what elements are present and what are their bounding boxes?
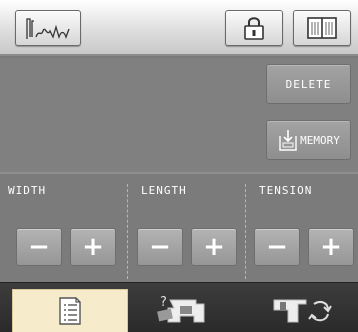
- memory-label: MEMORY: [300, 133, 340, 147]
- bottom-tab-bar: ?: [0, 282, 358, 332]
- tension-group: TENSION − +: [245, 174, 358, 284]
- help-machine-icon: ?: [157, 295, 205, 323]
- plus-icon: +: [82, 232, 104, 262]
- tension-label: TENSION: [259, 184, 313, 197]
- open-book-icon: [307, 17, 337, 39]
- stitch-pattern-icon: [26, 18, 70, 40]
- tension-minus-button[interactable]: −: [254, 228, 300, 266]
- tab-settings[interactable]: [250, 287, 350, 332]
- delete-button[interactable]: DELETE: [266, 64, 351, 104]
- adjustment-panel: WIDTH − + LENGTH − + TENSION − +: [0, 172, 358, 282]
- tab-help[interactable]: ?: [137, 287, 233, 332]
- plus-icon: +: [320, 232, 342, 262]
- minus-icon: −: [28, 232, 50, 262]
- memory-pocket-icon: [279, 130, 297, 151]
- width-group: WIDTH − +: [0, 174, 127, 284]
- lock-button[interactable]: [225, 10, 283, 46]
- minus-icon: −: [149, 232, 171, 262]
- length-group: LENGTH − +: [127, 174, 245, 284]
- machine-settings-icon: [273, 299, 332, 323]
- stitch-list-icon: [59, 297, 81, 325]
- stitch-edit-area: DELETE MEMORY: [0, 58, 358, 172]
- length-plus-button[interactable]: +: [191, 228, 237, 266]
- manual-button[interactable]: [293, 10, 351, 46]
- delete-label: DELETE: [285, 77, 332, 91]
- length-minus-button[interactable]: −: [137, 228, 183, 266]
- svg-text:?: ?: [160, 295, 167, 310]
- width-plus-button[interactable]: +: [70, 228, 116, 266]
- minus-icon: −: [266, 232, 288, 262]
- width-minus-button[interactable]: −: [16, 228, 62, 266]
- tab-stitch-list[interactable]: [12, 289, 128, 332]
- plus-icon: +: [203, 232, 225, 262]
- width-label: WIDTH: [8, 184, 47, 197]
- length-label: LENGTH: [141, 184, 187, 197]
- tension-plus-button[interactable]: +: [308, 228, 354, 266]
- stitch-pattern-button[interactable]: [15, 10, 81, 46]
- memory-button[interactable]: MEMORY: [266, 120, 351, 160]
- padlock-icon: [244, 17, 264, 40]
- top-bar: [0, 0, 358, 56]
